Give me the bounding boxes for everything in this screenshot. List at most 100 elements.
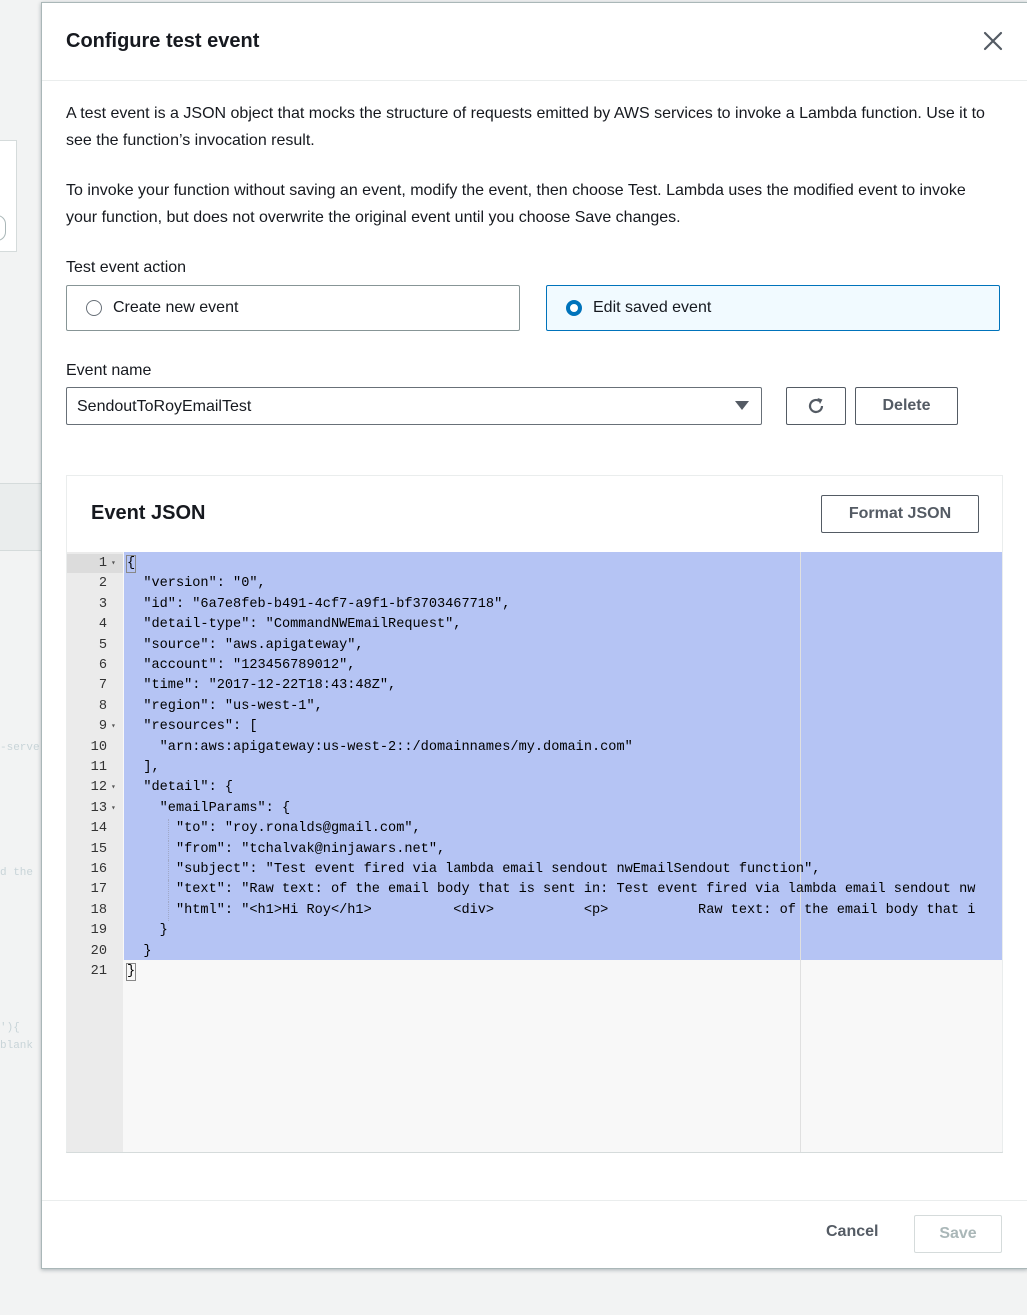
code-text: "arn:aws:apigateway:us-west-2::/domainna…	[127, 739, 633, 755]
description-paragraph-2: To invoke your function without saving a…	[66, 182, 966, 226]
fold-toggle-icon[interactable]: ▾	[111, 778, 116, 798]
delete-button[interactable]: Delete	[855, 387, 958, 425]
code-text: "subject": "Test event fired via lambda …	[127, 862, 821, 877]
code-line: 11 ],	[67, 758, 1002, 778]
line-number: 11	[90, 760, 107, 775]
event-name-value: SendoutToRoyEmailTest	[77, 398, 252, 415]
code-text: "version": "0",	[127, 576, 266, 592]
fold-toggle-icon[interactable]: ▾	[111, 799, 116, 819]
code-text: ],	[127, 760, 160, 775]
code-line: 9 ▾ "resources": [	[67, 717, 1002, 737]
line-number: 16	[90, 862, 107, 877]
code-line: 7 "time": "2017-12-22T18:43:48Z",	[67, 676, 1002, 696]
code-line: 6 "account": "123456789012",	[67, 656, 1002, 676]
code-line: 14 "to": "roy.ronalds@gmail.com",	[67, 819, 1002, 839]
event-json-container: Event JSON Format JSON 1 ▾{2 "version": "…	[66, 475, 1003, 1153]
line-number: 5	[98, 637, 107, 653]
configure-test-event-modal: Configure test event A test event is a J…	[41, 2, 1027, 1269]
modal-title: Configure test event	[66, 30, 260, 52]
line-number: 4	[98, 617, 107, 633]
indent-guide	[168, 839, 170, 860]
caret-down-icon	[735, 401, 749, 410]
code-text: "to": "roy.ronalds@gmail.com",	[127, 821, 421, 837]
edit-saved-event-option[interactable]: Edit saved event	[546, 285, 1000, 331]
format-json-button[interactable]: Format JSON	[821, 495, 979, 533]
code-line: 3 "id": "6a7e8feb-b491-4cf7-a9f1-bf37034…	[67, 595, 1002, 615]
bracket-match-highlight	[126, 963, 136, 981]
indent-guide	[168, 880, 170, 901]
line-number: 8	[98, 698, 107, 714]
background-strip	[0, 483, 41, 551]
code-line: 8 "region": "us-west-1",	[67, 697, 1002, 717]
code-line: 1 ▾{	[67, 554, 1002, 574]
line-number: 2	[98, 576, 107, 592]
background-code-fragment: d the	[0, 867, 34, 879]
option-label: Create new event	[113, 299, 239, 316]
event-json-title: Event JSON	[91, 502, 206, 524]
code-text: "detail-type": "CommandNWEmailRequest",	[127, 617, 462, 633]
code-line: 21}	[67, 962, 1002, 982]
code-line: 10 "arn:aws:apigateway:us-west-2::/domai…	[67, 738, 1002, 758]
code-line: 19 }	[67, 921, 1002, 941]
code-text: "emailParams": {	[127, 800, 291, 816]
create-new-event-option[interactable]: Create new event	[66, 285, 520, 331]
code-line: 2 "version": "0",	[67, 574, 1002, 594]
code-text: "resources": [	[127, 719, 258, 735]
refresh-button[interactable]	[786, 387, 846, 425]
fold-toggle-icon[interactable]: ▾	[111, 554, 116, 574]
fold-toggle-icon[interactable]: ▾	[111, 717, 116, 737]
code-text: "detail": {	[127, 780, 234, 796]
line-number: 18	[90, 902, 107, 918]
line-number: 6	[98, 658, 107, 673]
code-text: "html": "<h1>Hi Roy</h1> <div> <p> Raw t…	[127, 902, 976, 918]
event-name-label: Event name	[66, 362, 152, 379]
line-number: 19	[90, 923, 107, 939]
background-code-fragment: '){	[0, 1022, 20, 1034]
bracket-match-highlight	[126, 555, 136, 573]
cancel-button[interactable]: Cancel	[826, 1223, 878, 1241]
json-code-editor[interactable]: 1 ▾{2 "version": "0", 3 "id": "6a7e8feb-b4…	[67, 552, 1002, 1152]
indent-guide	[168, 860, 170, 880]
code-text: "source": "aws.apigateway",	[127, 637, 364, 653]
code-line: 13 ▾ "emailParams": {	[67, 799, 1002, 819]
code-line: 16 "subject": "Test event fired via lamb…	[67, 860, 1002, 880]
modal-footer: Cancel Save	[42, 1200, 1027, 1269]
code-text: "time": "2017-12-22T18:43:48Z",	[127, 678, 397, 694]
code-line: 5 "source": "aws.apigateway",	[67, 636, 1002, 656]
code-text: "id": "6a7e8feb-b491-4cf7-a9f1-bf3703467…	[127, 596, 511, 612]
code-line: 15 "from": "tchalvak@ninjawars.net",	[67, 840, 1002, 860]
save-button[interactable]: Save	[914, 1215, 1002, 1253]
indent-guide	[168, 819, 170, 840]
code-text: "account": "123456789012",	[127, 658, 356, 673]
radio-button-unselected[interactable]	[86, 300, 102, 316]
code-text: }	[127, 964, 136, 979]
line-number: 7	[98, 678, 107, 694]
event-name-select[interactable]: SendoutToRoyEmailTest	[66, 387, 762, 425]
code-text: }	[127, 923, 168, 939]
background-code-fragment: blank	[0, 1040, 34, 1052]
line-number: 21	[90, 964, 107, 979]
code-line: 20 }	[67, 942, 1002, 962]
line-number: 15	[90, 841, 107, 857]
radio-button-selected[interactable]	[566, 300, 582, 316]
description-paragraph-1: A test event is a JSON object that mocks…	[66, 105, 985, 149]
option-label: Edit saved event	[593, 299, 712, 316]
close-button[interactable]	[981, 29, 1005, 53]
line-number: 10	[90, 739, 107, 755]
background-code-fragment: -servel	[0, 742, 41, 754]
code-line: 4 "detail-type": "CommandNWEmailRequest"…	[67, 615, 1002, 635]
modal-header: Configure test event	[42, 3, 1027, 81]
code-text: "from": "tchalvak@ninjawars.net",	[127, 841, 446, 857]
refresh-icon	[808, 398, 824, 414]
line-number: 3	[98, 596, 107, 612]
code-line: 17 "text": "Raw text: of the email body …	[67, 880, 1002, 900]
close-icon	[983, 31, 1003, 51]
code-text: {	[127, 556, 136, 571]
line-number: 14	[90, 821, 107, 837]
code-line: 18 "html": "<h1>Hi Roy</h1> <div> <p> Ra…	[67, 901, 1002, 921]
line-number: 20	[90, 943, 107, 959]
code-line: 12 ▾ "detail": {	[67, 778, 1002, 798]
code-text: "text": "Raw text: of the email body tha…	[127, 882, 976, 898]
indent-guide	[168, 900, 170, 921]
test-event-action-label: Test event action	[66, 259, 187, 276]
